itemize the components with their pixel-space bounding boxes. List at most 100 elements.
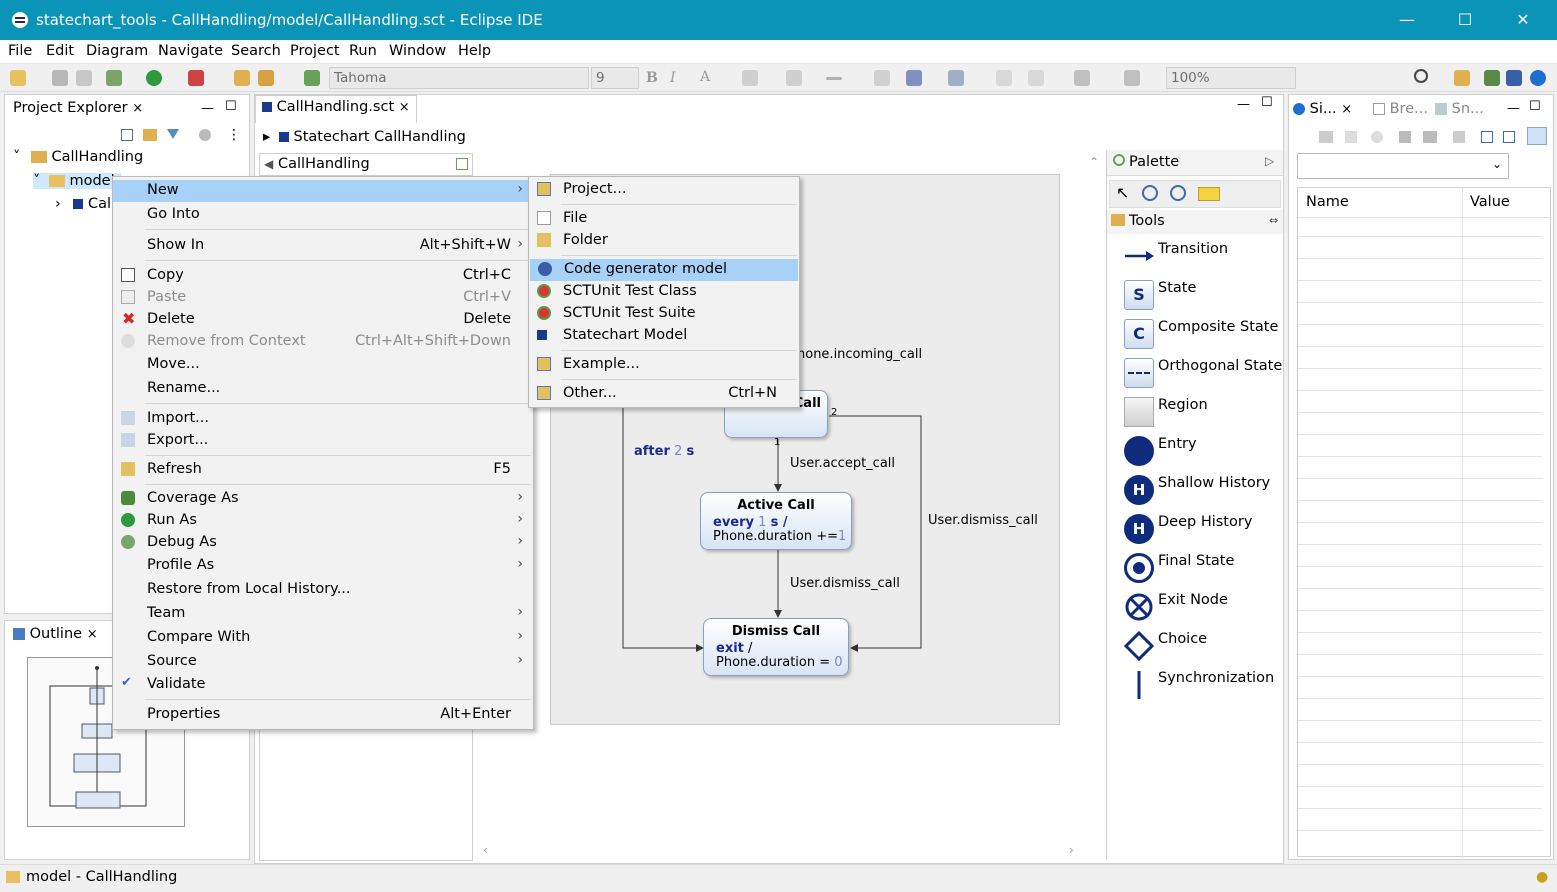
pin-icon[interactable] bbox=[1527, 127, 1547, 145]
menu-item-source[interactable]: Source › bbox=[113, 651, 533, 673]
menu-item-rename[interactable]: Rename... bbox=[113, 378, 533, 400]
menu-item-copy[interactable]: Copy Ctrl+C bbox=[113, 265, 533, 287]
zoom-select[interactable]: 100% bbox=[1166, 67, 1296, 89]
tree-item-callhandling-sct[interactable]: › Cal bbox=[55, 196, 111, 212]
menu-item-export[interactable]: Export... bbox=[113, 430, 533, 452]
menu-item-compare-with[interactable]: Compare With › bbox=[113, 627, 533, 649]
submenu-item-sctunit-test-class[interactable]: SCTUnit Test Class bbox=[529, 281, 799, 303]
font-color-button[interactable]: A bbox=[700, 69, 710, 85]
state-dismiss-call[interactable]: Dismiss Call exit / Phone.duration = 0 bbox=[703, 618, 849, 676]
snap-icon[interactable] bbox=[996, 70, 1012, 86]
menu-item-debug-as[interactable]: Debug As › bbox=[113, 532, 533, 554]
submenu-item-example[interactable]: Example... bbox=[529, 354, 799, 376]
horizontal-scrollbar[interactable]: ‹ › bbox=[481, 843, 1081, 857]
column-value[interactable]: Value bbox=[1470, 194, 1510, 210]
debug-perspective-icon[interactable] bbox=[1484, 70, 1500, 86]
outline-tab[interactable]: Outline × bbox=[7, 623, 104, 645]
expand-icon[interactable]: › bbox=[55, 196, 61, 212]
step-icon[interactable] bbox=[1319, 131, 1333, 143]
menu-item-coverage-as[interactable]: Coverage As › bbox=[113, 488, 533, 510]
open-perspective-icon[interactable] bbox=[304, 70, 320, 86]
menu-window[interactable]: Window bbox=[389, 43, 446, 59]
save-icon[interactable] bbox=[52, 70, 68, 86]
breakpoints-tab[interactable]: Bre... bbox=[1373, 101, 1428, 117]
note-tool-icon[interactable] bbox=[1198, 187, 1220, 201]
state-active-call[interactable]: Active Call every 1 s / Phone.duration +… bbox=[700, 492, 852, 550]
scroll-up-icon[interactable]: ⌃ bbox=[1089, 155, 1099, 169]
drawer-pin-icon[interactable]: ⇔ bbox=[1269, 214, 1278, 227]
menu-item-show-in[interactable]: Show In Alt+Shift+W › bbox=[113, 235, 533, 257]
editor-tab[interactable]: CallHandling.sct × bbox=[255, 95, 417, 123]
menu-search[interactable]: Search bbox=[231, 43, 281, 59]
menu-navigate[interactable]: Navigate bbox=[158, 43, 223, 59]
route-icon[interactable] bbox=[1028, 70, 1044, 86]
tree-root-callhandling[interactable]: ˅ CallHandling bbox=[13, 149, 143, 165]
filter-icon[interactable] bbox=[167, 129, 179, 141]
expand-icon[interactable] bbox=[1503, 131, 1515, 143]
submenu-item-project[interactable]: Project... bbox=[529, 179, 799, 201]
menu-item-import[interactable]: Import... bbox=[113, 408, 533, 430]
step-over-icon[interactable] bbox=[1423, 131, 1437, 143]
menu-run[interactable]: Run bbox=[349, 43, 377, 59]
italic-button[interactable]: I bbox=[670, 70, 676, 86]
collapse-icon[interactable] bbox=[1481, 131, 1493, 143]
font-name-select[interactable]: Tahoma bbox=[329, 67, 589, 89]
session-select[interactable]: ⌄ bbox=[1297, 153, 1509, 179]
submenu-item-folder[interactable]: Folder bbox=[529, 230, 799, 252]
search-icon[interactable] bbox=[1414, 69, 1428, 83]
link-editor-icon[interactable] bbox=[143, 129, 157, 141]
transition-after-label[interactable]: after 2 s bbox=[634, 444, 694, 459]
copy-appearance-icon[interactable] bbox=[874, 70, 890, 86]
debug-icon[interactable] bbox=[106, 70, 122, 86]
bold-button[interactable]: B bbox=[646, 70, 658, 86]
menu-help[interactable]: Help bbox=[458, 43, 491, 59]
close-tab-icon[interactable]: × bbox=[132, 101, 143, 116]
restart-icon[interactable] bbox=[1371, 131, 1383, 143]
menu-diagram[interactable]: Diagram bbox=[86, 43, 148, 59]
focus-icon[interactable] bbox=[199, 129, 211, 141]
wand-icon[interactable] bbox=[258, 70, 274, 86]
fill-color-icon[interactable] bbox=[742, 70, 758, 86]
submenu-item-other[interactable]: Other... Ctrl+N bbox=[529, 383, 799, 405]
expand-icon[interactable]: ˅ bbox=[13, 149, 20, 165]
maximize-editor-icon[interactable]: ☐ bbox=[1261, 95, 1273, 110]
stop-icon[interactable] bbox=[1399, 131, 1411, 143]
pause-icon[interactable] bbox=[1345, 131, 1357, 143]
external-tools-icon[interactable] bbox=[188, 70, 204, 86]
menu-project[interactable]: Project bbox=[290, 43, 340, 59]
statechart-perspective-icon[interactable] bbox=[1506, 70, 1522, 86]
transition-accept-label[interactable]: User.accept_call bbox=[790, 456, 895, 471]
submenu-item-code-generator-model[interactable]: Code generator model bbox=[530, 259, 798, 281]
column-name[interactable]: Name bbox=[1306, 194, 1349, 210]
run-icon[interactable] bbox=[146, 70, 162, 86]
menu-item-team[interactable]: Team › bbox=[113, 603, 533, 625]
select-tool-icon[interactable]: ↖ bbox=[1116, 183, 1129, 202]
collapse-left-icon[interactable]: ◀ bbox=[264, 157, 273, 171]
arrange-icon[interactable] bbox=[948, 70, 964, 86]
menu-item-new[interactable]: New › bbox=[113, 180, 533, 202]
zoom-in-icon[interactable] bbox=[1142, 185, 1158, 201]
menu-item-run-as[interactable]: Run As › bbox=[113, 510, 533, 532]
menu-item-profile-as[interactable]: Profile As › bbox=[113, 555, 533, 577]
palette-collapse-icon[interactable]: ▷ bbox=[1265, 154, 1274, 168]
submenu-item-sctunit-test-suite[interactable]: SCTUnit Test Suite bbox=[529, 303, 799, 325]
maximize-view-icon[interactable]: ☐ bbox=[225, 99, 237, 114]
close-tab-icon[interactable]: × bbox=[1341, 102, 1352, 117]
breadcrumb[interactable]: ▸ Statechart CallHandling bbox=[263, 129, 466, 145]
scroll-left-icon[interactable]: ‹ bbox=[483, 843, 488, 857]
minimize-editor-icon[interactable]: — bbox=[1237, 97, 1250, 112]
menu-item-refresh[interactable]: Refresh F5 bbox=[113, 459, 533, 481]
close-button[interactable]: ✕ bbox=[1508, 6, 1538, 34]
tools-drawer-header[interactable]: Tools ⇔ bbox=[1107, 210, 1283, 234]
minimize-view-icon[interactable]: — bbox=[1507, 101, 1520, 116]
minimize-view-icon[interactable]: — bbox=[201, 101, 214, 116]
lightbulb-icon[interactable]: ● bbox=[1536, 869, 1548, 885]
transition-dismiss-right-label[interactable]: User.dismiss_call bbox=[928, 513, 1038, 528]
menu-file[interactable]: File bbox=[8, 43, 32, 59]
transition-dismiss-down-label[interactable]: User.dismiss_call bbox=[790, 576, 900, 591]
menu-item-delete[interactable]: ✖ Delete Delete bbox=[113, 309, 533, 331]
size-icon[interactable] bbox=[1124, 70, 1140, 86]
snapshots-tab[interactable]: Sn... bbox=[1435, 101, 1484, 117]
minimize-button[interactable]: — bbox=[1392, 6, 1422, 34]
simulation-tab[interactable]: Si... × bbox=[1293, 101, 1352, 117]
